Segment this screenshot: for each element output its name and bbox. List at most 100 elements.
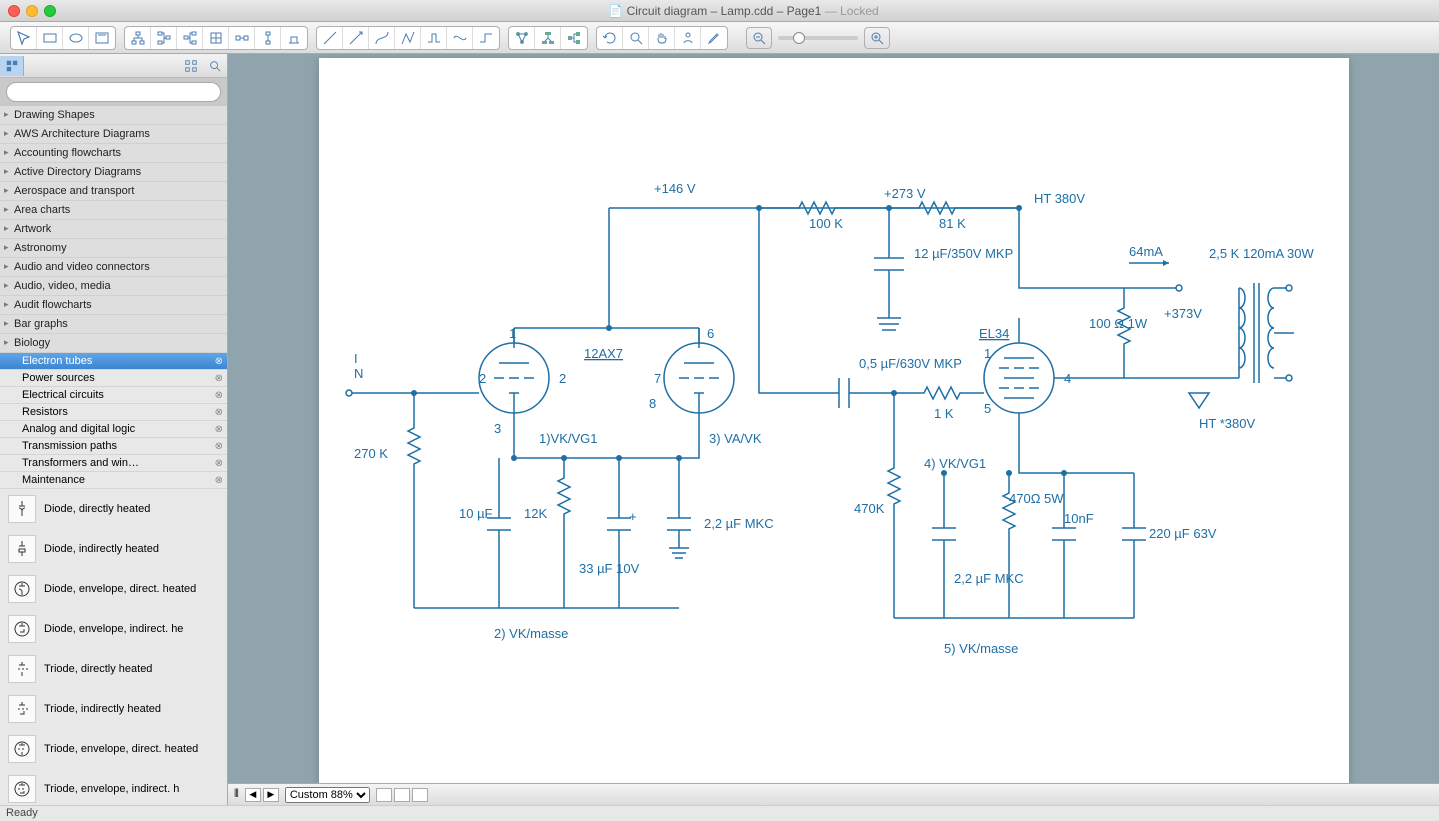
- minimize-window-button[interactable]: [26, 5, 38, 17]
- line4[interactable]: [395, 27, 421, 49]
- subcategory-label: Analog and digital logic: [22, 423, 135, 435]
- category-item[interactable]: Active Directory Diagrams: [0, 163, 227, 182]
- tree5[interactable]: [229, 27, 255, 49]
- page-canvas[interactable]: 100 K 81 K +146 V +273 V HT 380V 12 µF/3…: [319, 58, 1349, 783]
- category-item[interactable]: Accounting flowcharts: [0, 144, 227, 163]
- subcategory-item[interactable]: Resistors⊗: [0, 404, 227, 421]
- lbl-r470k: 470K: [854, 501, 885, 516]
- category-item[interactable]: Audit flowcharts: [0, 296, 227, 315]
- subcategory-item[interactable]: Electron tubes⊗: [0, 353, 227, 370]
- layout3[interactable]: [561, 27, 587, 49]
- shape-item[interactable]: Triode, envelope, indirect. h: [0, 769, 227, 805]
- lbl-v273: +273 V: [884, 186, 926, 201]
- search-tab-icon[interactable]: [203, 56, 227, 76]
- rect-tool[interactable]: [37, 27, 63, 49]
- zoom-window-button[interactable]: [44, 5, 56, 17]
- lbl-i64ma: 64mA: [1129, 244, 1163, 259]
- hscroll-grip[interactable]: ⦀: [234, 788, 239, 801]
- circuit-diagram: 100 K 81 K +146 V +273 V HT 380V 12 µF/3…: [319, 58, 1349, 783]
- lbl-p2: 2: [479, 371, 486, 386]
- close-icon[interactable]: ⊗: [215, 441, 223, 452]
- search-input[interactable]: [6, 82, 221, 102]
- line2[interactable]: [343, 27, 369, 49]
- titlebar: 📄 Circuit diagram – Lamp.cdd – Page1 — L…: [0, 0, 1439, 22]
- zoom-out-button[interactable]: [746, 27, 772, 49]
- shape-item[interactable]: Diode, envelope, indirect. he: [0, 609, 227, 649]
- close-icon[interactable]: ⊗: [215, 407, 223, 418]
- pointer-tool[interactable]: [11, 27, 37, 49]
- line1[interactable]: [317, 27, 343, 49]
- close-icon[interactable]: ⊗: [215, 424, 223, 435]
- category-item[interactable]: Astronomy: [0, 239, 227, 258]
- lbl-c10uf: 10 µF: [459, 506, 493, 521]
- category-item[interactable]: Audio, video, media: [0, 277, 227, 296]
- tree-tools: [124, 26, 308, 50]
- layout1[interactable]: [509, 27, 535, 49]
- category-item[interactable]: Drawing Shapes: [0, 106, 227, 125]
- page-tab-3[interactable]: [412, 788, 428, 802]
- title-text: 📄 Circuit diagram – Lamp.cdd – Page1 — L…: [56, 4, 1431, 18]
- text-tool[interactable]: [89, 27, 115, 49]
- tree6[interactable]: [255, 27, 281, 49]
- shape-item[interactable]: Triode, directly heated: [0, 649, 227, 689]
- tree2[interactable]: [151, 27, 177, 49]
- ellipse-tool[interactable]: [63, 27, 89, 49]
- page-next[interactable]: ▶: [263, 788, 279, 802]
- page-tab-1[interactable]: [376, 788, 392, 802]
- category-item[interactable]: Bar graphs: [0, 315, 227, 334]
- shape-item[interactable]: Triode, envelope, direct. heated: [0, 729, 227, 769]
- library-tab[interactable]: [0, 56, 24, 76]
- grid-view-icon[interactable]: [179, 56, 203, 76]
- category-item[interactable]: Biology: [0, 334, 227, 353]
- pencil-icon[interactable]: [701, 27, 727, 49]
- line7[interactable]: [473, 27, 499, 49]
- shape-item[interactable]: Diode, directly heated: [0, 489, 227, 529]
- line3[interactable]: [369, 27, 395, 49]
- close-window-button[interactable]: [8, 5, 20, 17]
- canvas-scroll[interactable]: 100 K 81 K +146 V +273 V HT 380V 12 µF/3…: [228, 54, 1439, 783]
- page-prev[interactable]: ◀: [245, 788, 261, 802]
- category-item[interactable]: Artwork: [0, 220, 227, 239]
- close-icon[interactable]: ⊗: [215, 390, 223, 401]
- sidebar: Drawing ShapesAWS Architecture DiagramsA…: [0, 54, 228, 805]
- close-icon[interactable]: ⊗: [215, 373, 223, 384]
- line5[interactable]: [421, 27, 447, 49]
- shape-list[interactable]: Diode, directly heatedDiode, indirectly …: [0, 489, 227, 805]
- lbl-r270k: 270 K: [354, 446, 388, 461]
- subcategory-item[interactable]: Power sources⊗: [0, 370, 227, 387]
- shape-item[interactable]: Diode, indirectly heated: [0, 529, 227, 569]
- tree4[interactable]: [203, 27, 229, 49]
- zoom-select[interactable]: Custom 88%: [285, 787, 370, 803]
- shape-item[interactable]: Triode, indirectly heated: [0, 689, 227, 729]
- shape-item[interactable]: Diode, envelope, direct. heated: [0, 569, 227, 609]
- svg-text:+: +: [629, 509, 637, 524]
- person-icon[interactable]: [675, 27, 701, 49]
- category-item[interactable]: AWS Architecture Diagrams: [0, 125, 227, 144]
- close-icon[interactable]: ⊗: [215, 475, 223, 486]
- close-icon[interactable]: ⊗: [215, 356, 223, 367]
- zoom-in-button[interactable]: [864, 27, 890, 49]
- category-item[interactable]: Aerospace and transport: [0, 182, 227, 201]
- category-item[interactable]: Area charts: [0, 201, 227, 220]
- tree1[interactable]: [125, 27, 151, 49]
- subcategory-item[interactable]: Maintenance⊗: [0, 472, 227, 489]
- zoom-track[interactable]: [778, 36, 858, 40]
- hand-icon[interactable]: [649, 27, 675, 49]
- layout2[interactable]: [535, 27, 561, 49]
- layout-tools: [508, 26, 588, 50]
- reload-icon[interactable]: [597, 27, 623, 49]
- subcategory-item[interactable]: Electrical circuits⊗: [0, 387, 227, 404]
- subcategory-item[interactable]: Analog and digital logic ⊗: [0, 421, 227, 438]
- line6[interactable]: [447, 27, 473, 49]
- category-list[interactable]: Drawing ShapesAWS Architecture DiagramsA…: [0, 106, 227, 353]
- subcategory-item[interactable]: Transformers and win…⊗: [0, 455, 227, 472]
- tree3[interactable]: [177, 27, 203, 49]
- zoom-knob[interactable]: [793, 32, 805, 44]
- close-icon[interactable]: ⊗: [215, 458, 223, 469]
- subcategory-item[interactable]: Transmission paths⊗: [0, 438, 227, 455]
- zoom-icon[interactable]: [623, 27, 649, 49]
- page-tab-2[interactable]: [394, 788, 410, 802]
- tree7[interactable]: [281, 27, 307, 49]
- category-item[interactable]: Audio and video connectors: [0, 258, 227, 277]
- window-controls: [8, 5, 56, 17]
